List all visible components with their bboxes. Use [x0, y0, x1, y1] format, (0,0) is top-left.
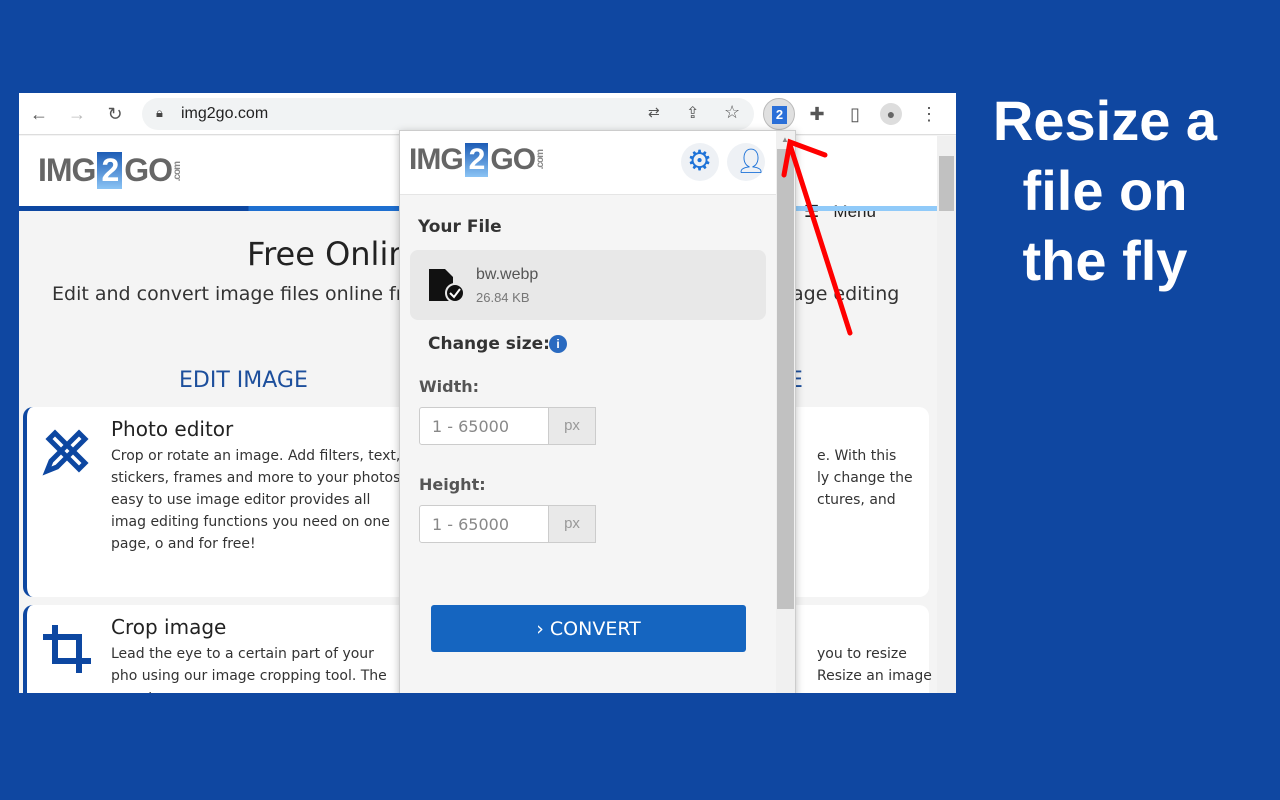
- settings-button[interactable]: ⚙: [681, 143, 719, 181]
- crop-icon: [43, 625, 91, 673]
- gear-icon: ⚙: [687, 145, 713, 176]
- card-text: Crop or rotate an image. Add filters, te…: [111, 448, 401, 552]
- card-title: Photo editor: [111, 417, 234, 441]
- reload-icon[interactable]: ↻: [104, 103, 126, 125]
- pencil-ruler-icon: [42, 429, 89, 476]
- hero-subtitle: Edit and convert image files online fr: [52, 283, 404, 305]
- info-icon[interactable]: i: [549, 335, 567, 353]
- forward-icon[interactable]: →: [66, 103, 88, 125]
- file-size: 26.84 KB: [476, 290, 530, 305]
- convert-button[interactable]: › CONVERT: [431, 605, 746, 652]
- width-label: Width:: [419, 377, 480, 396]
- profile-icon[interactable]: ●: [880, 103, 902, 125]
- side-panel-icon[interactable]: ▯: [844, 103, 866, 125]
- more-menu-icon[interactable]: ⋮: [918, 103, 940, 125]
- translate-icon[interactable]: ⇄: [648, 104, 660, 121]
- lock-icon: 🔒︎: [156, 105, 163, 120]
- card-text-right: you to resize Resize an image: [817, 646, 932, 684]
- hero-title: Free Onlin: [247, 235, 409, 273]
- your-file-label: Your File: [418, 217, 502, 237]
- img2go-extension-button[interactable]: 2: [763, 98, 795, 130]
- height-input[interactable]: 1 - 65000: [419, 505, 549, 543]
- popup-logo: IMG 2 GO.com: [409, 143, 547, 177]
- account-button[interactable]: 👤︎: [727, 143, 767, 181]
- extensions-puzzle-icon[interactable]: ✚: [806, 103, 828, 125]
- file-name: bw.webp: [476, 266, 539, 283]
- file-check-icon: [429, 269, 465, 303]
- edit-image-heading[interactable]: EDIT IMAGE: [179, 368, 308, 393]
- width-unit: px: [548, 407, 596, 445]
- height-unit: px: [548, 505, 596, 543]
- file-item: bw.webp 26.84 KB: [410, 250, 766, 320]
- extension-popup: IMG 2 GO.com ⚙ 👤︎ Your File bw.webp 26.84 …: [399, 130, 796, 693]
- address-bar[interactable]: 🔒︎ img2go.com ⇄ ⇪ ☆: [142, 98, 754, 130]
- change-size-label: Change size:: [428, 334, 550, 354]
- popup-header: IMG 2 GO.com ⚙ 👤︎: [400, 131, 776, 195]
- width-input[interactable]: 1 - 65000: [419, 407, 549, 445]
- convert-label: CONVERT: [549, 617, 641, 640]
- site-logo[interactable]: IMG 2 GO.com: [38, 152, 183, 189]
- page-scrollbar[interactable]: [937, 136, 956, 693]
- user-icon: 👤︎: [736, 148, 767, 175]
- scrollbar-thumb[interactable]: [939, 156, 954, 211]
- card-text: Lead the eye to a certain part of your p…: [111, 646, 387, 693]
- red-arrow-annotation: [781, 138, 853, 336]
- img2go-extension-icon: 2: [772, 106, 787, 124]
- height-label: Height:: [419, 475, 486, 494]
- share-icon[interactable]: ⇪: [686, 103, 699, 123]
- card-title: Crop image: [111, 615, 227, 639]
- url-text[interactable]: img2go.com: [181, 105, 268, 123]
- browser-toolbar: ← → ↻ 🔒︎ img2go.com ⇄ ⇪ ☆ 2 ✚ ▯ ● ⋮: [19, 93, 956, 135]
- back-icon[interactable]: ←: [28, 103, 50, 125]
- bookmark-star-icon[interactable]: ☆: [724, 102, 740, 123]
- chevron-right-icon: ›: [536, 617, 544, 640]
- card-text-right: e. With this ly change the ctures, and: [817, 448, 913, 508]
- tagline: Resize a file on the fly: [992, 89, 1218, 292]
